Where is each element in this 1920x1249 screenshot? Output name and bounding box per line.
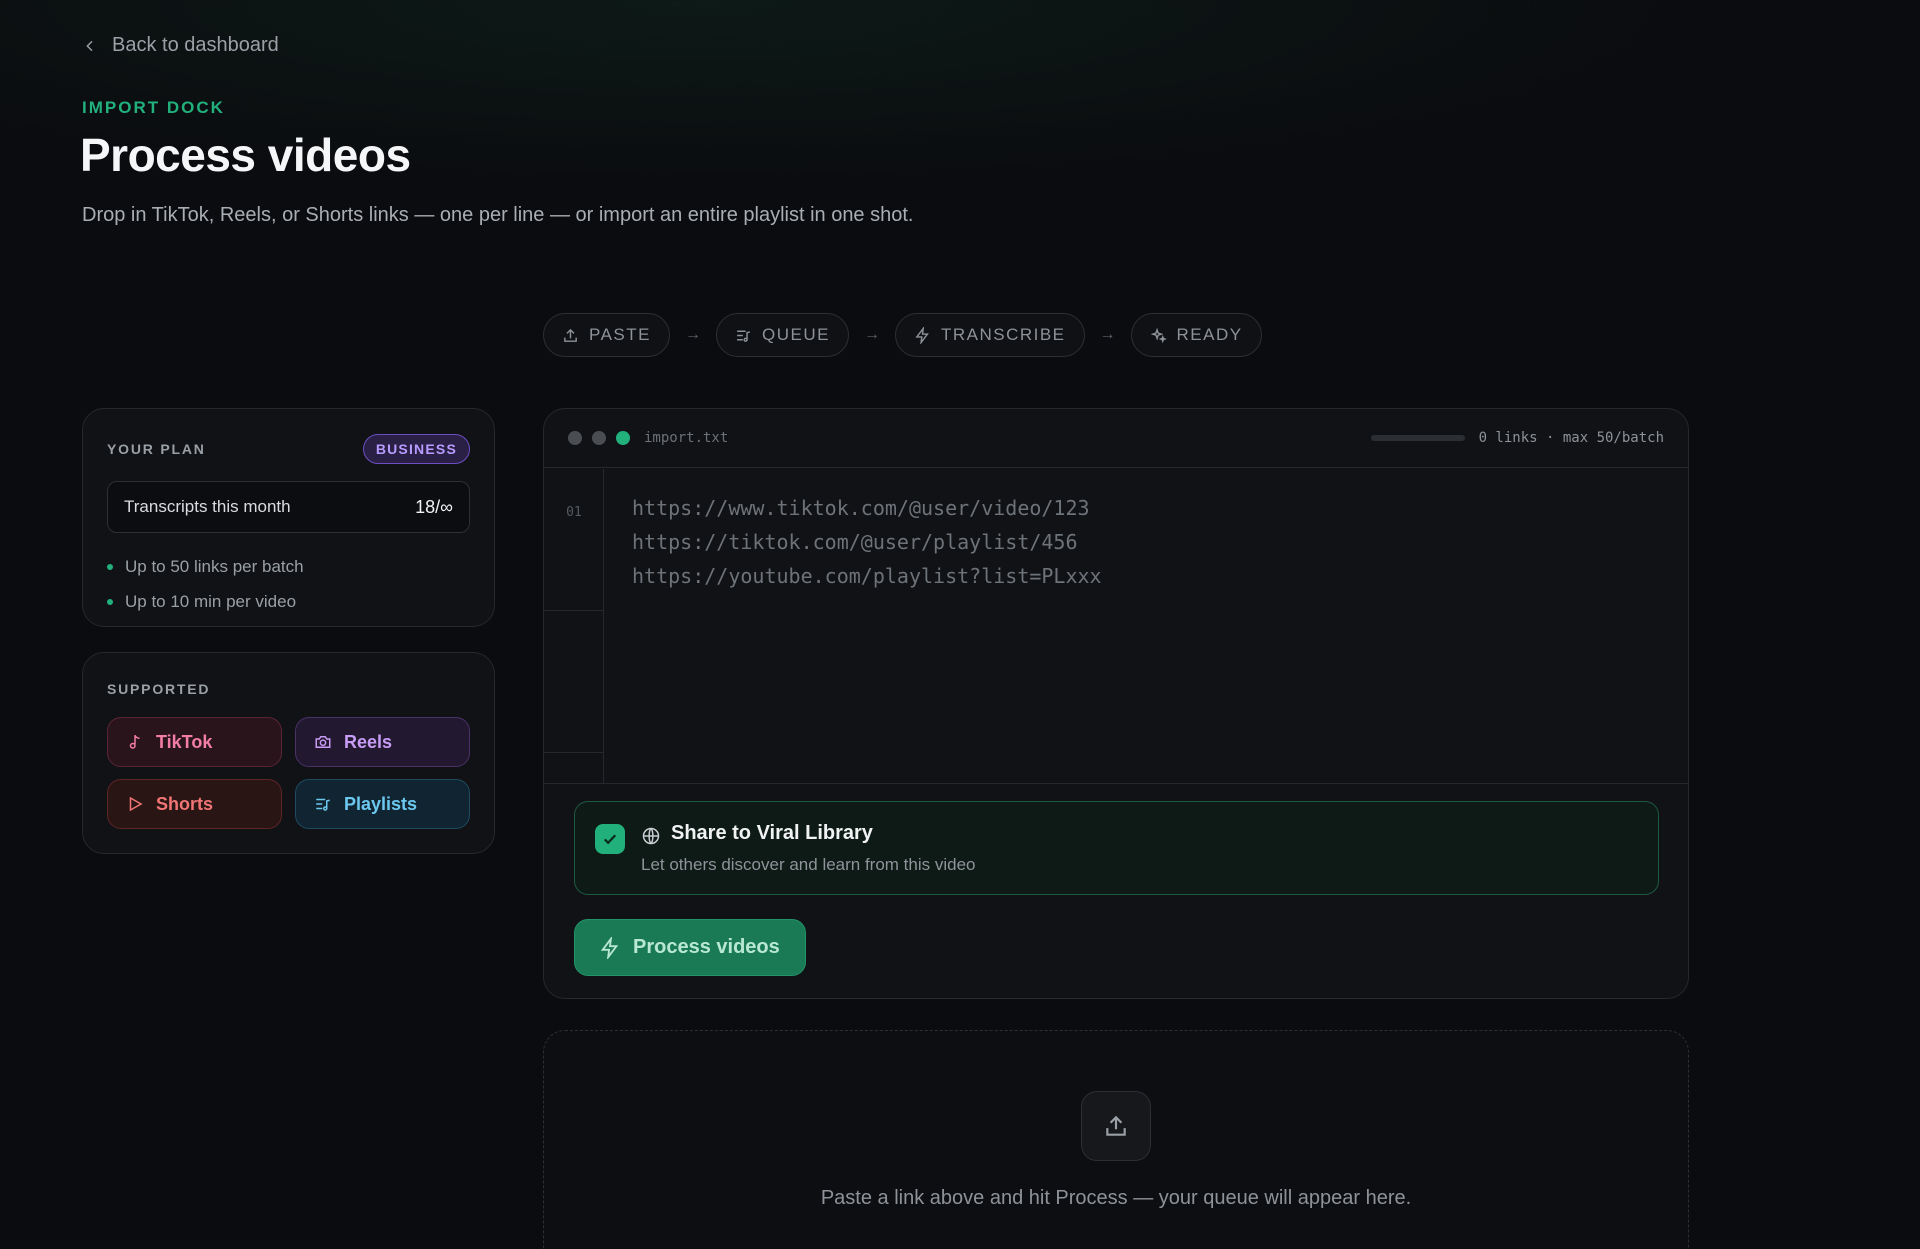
gutter-divider	[544, 610, 604, 611]
platform-label: Playlists	[344, 793, 418, 814]
sparkles-icon	[1150, 327, 1167, 343]
editor-filename: import.txt	[644, 430, 729, 446]
plan-badge: BUSINESS	[362, 434, 470, 464]
step-label: TRANSCRIBE	[940, 325, 1066, 344]
usage-row: Transcripts this month 18/∞	[107, 481, 470, 533]
placeholder-line: https://youtube.com/playlist?list=PLxxx	[632, 564, 1102, 588]
step-label: PASTE	[589, 325, 651, 344]
usage-label: Transcripts this month	[124, 497, 291, 516]
plan-card: YOUR PLAN BUSINESS Transcripts this mont…	[82, 408, 495, 627]
bolt-icon	[915, 326, 929, 344]
arrow-right-icon: →	[1099, 326, 1116, 343]
bullet-dot-icon	[107, 564, 113, 570]
plan-label: YOUR PLAN	[107, 441, 206, 457]
step-paste: PASTE	[543, 313, 670, 357]
step-transcribe: TRANSCRIBE	[894, 313, 1085, 357]
editor-meta: 0 links · max 50/batch	[1370, 430, 1664, 446]
list-music-icon	[316, 798, 330, 811]
page-eyebrow: IMPORT DOCK	[82, 98, 225, 117]
editor-divider	[544, 783, 1688, 784]
supported-card: SUPPORTED TikTok Reels Shorts Playlists	[82, 652, 495, 854]
step-queue: QUEUE	[715, 313, 849, 357]
platform-label: Reels	[344, 731, 393, 752]
plan-feature: Up to 50 links per batch	[107, 557, 304, 577]
platform-chip-shorts: Shorts	[107, 779, 282, 829]
chevron-left-icon	[86, 40, 93, 51]
back-to-dashboard-link[interactable]: Back to dashboard	[82, 34, 279, 57]
step-label: QUEUE	[761, 325, 830, 344]
share-to-library-option[interactable]: Share to Viral Library Let others discov…	[574, 801, 1659, 895]
upload-icon	[1106, 1115, 1126, 1136]
line-gutter: 01	[544, 469, 604, 783]
editor-header: import.txt 0 links · max 50/batch	[544, 409, 1688, 468]
link-count-label: 0 links · max 50/batch	[1478, 430, 1664, 446]
process-steps: PASTE → QUEUE → TRANSCRIBE → READY	[543, 313, 1262, 357]
links-textarea[interactable]: https://www.tiktok.com/@user/video/123 h…	[632, 491, 1102, 593]
share-subtitle: Let others discover and learn from this …	[641, 855, 976, 874]
camera-icon	[315, 736, 331, 748]
bolt-icon	[600, 936, 619, 959]
queue-dropzone: Paste a link above and hit Process — you…	[543, 1030, 1689, 1249]
process-videos-button[interactable]: Process videos	[574, 919, 806, 976]
arrow-right-icon: →	[863, 326, 880, 343]
platform-chip-tiktok: TikTok	[107, 717, 282, 767]
share-title: Share to Viral Library	[671, 822, 873, 844]
list-music-icon	[737, 330, 751, 342]
upload-icon	[564, 328, 577, 342]
plan-feature-label: Up to 10 min per video	[125, 592, 297, 611]
placeholder-line: https://www.tiktok.com/@user/video/123	[632, 496, 1090, 520]
bullet-dot-icon	[107, 599, 113, 605]
play-icon	[129, 796, 143, 812]
plan-feature: Up to 10 min per video	[107, 592, 296, 612]
platform-chip-playlists: Playlists	[295, 779, 470, 829]
queue-empty-text: Paste a link above and hit Process — you…	[820, 1187, 1412, 1209]
upload-button[interactable]	[1081, 1091, 1151, 1161]
import-editor: import.txt 0 links · max 50/batch 01 htt…	[543, 408, 1689, 999]
window-dot-icon	[616, 431, 630, 445]
process-button-label: Process videos	[633, 936, 780, 958]
page-title: Process videos	[80, 129, 411, 181]
share-checkbox[interactable]	[595, 824, 625, 854]
supported-label: SUPPORTED	[107, 681, 211, 697]
page-subtitle: Drop in TikTok, Reels, or Shorts links —…	[82, 204, 914, 226]
step-label: READY	[1176, 325, 1243, 344]
check-icon	[603, 834, 617, 845]
platform-label: Shorts	[156, 793, 214, 814]
globe-icon	[642, 827, 660, 845]
music-note-icon	[129, 734, 140, 749]
platform-label: TikTok	[156, 731, 213, 752]
step-ready: READY	[1130, 313, 1262, 357]
link-count-bar	[1370, 435, 1465, 441]
window-dot-icon	[592, 431, 606, 445]
platform-chip-reels: Reels	[295, 717, 470, 767]
back-label: Back to dashboard	[112, 34, 279, 56]
plan-feature-label: Up to 50 links per batch	[125, 557, 304, 576]
line-number: 01	[566, 505, 582, 520]
usage-value: 18/∞	[415, 496, 453, 517]
gutter-divider	[544, 752, 604, 753]
placeholder-line: https://tiktok.com/@user/playlist/456	[632, 530, 1078, 554]
arrow-right-icon: →	[684, 326, 701, 343]
window-dot-icon	[568, 431, 582, 445]
